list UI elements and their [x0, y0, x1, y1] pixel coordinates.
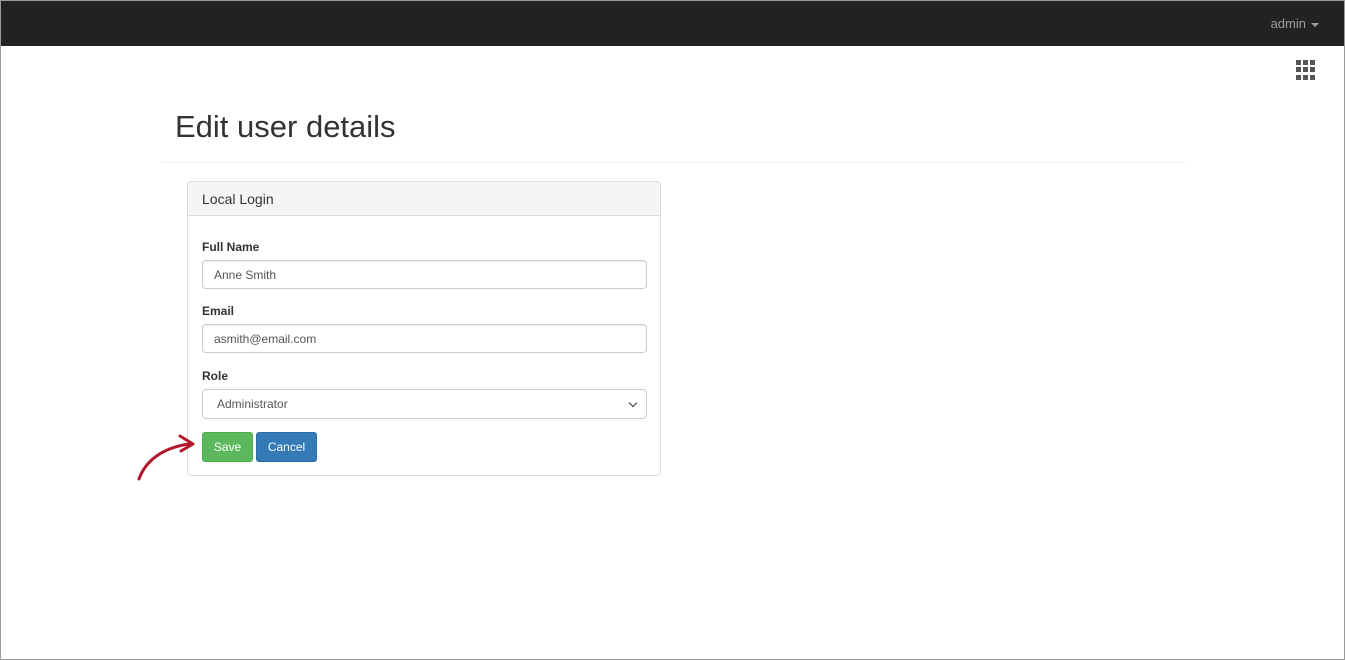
cancel-button[interactable]: Cancel: [256, 432, 317, 462]
role-label: Role: [202, 369, 229, 383]
curved-arrow-icon: [137, 434, 195, 481]
user-menu[interactable]: admin: [1271, 16, 1319, 31]
full-name-input[interactable]: [202, 260, 647, 289]
top-navbar: admin: [1, 1, 1344, 46]
user-menu-label: admin: [1270, 16, 1306, 31]
page-title: Edit user details: [175, 109, 396, 144]
chevron-down-icon: [628, 398, 638, 407]
app-window: admin Edit user details Local Login Full…: [0, 0, 1345, 660]
email-label: Email: [202, 304, 235, 318]
grid-icon[interactable]: [1296, 60, 1316, 80]
title-divider: [161, 162, 1185, 163]
caret-down-icon: [1311, 22, 1319, 27]
role-select-value: Administrator: [217, 397, 288, 411]
local-login-panel: Local Login Full Name Email Role Adminis…: [187, 181, 661, 476]
role-select[interactable]: Administrator: [202, 389, 647, 419]
full-name-label: Full Name: [202, 240, 260, 254]
email-input[interactable]: [202, 324, 647, 353]
panel-heading: Local Login: [188, 182, 660, 216]
